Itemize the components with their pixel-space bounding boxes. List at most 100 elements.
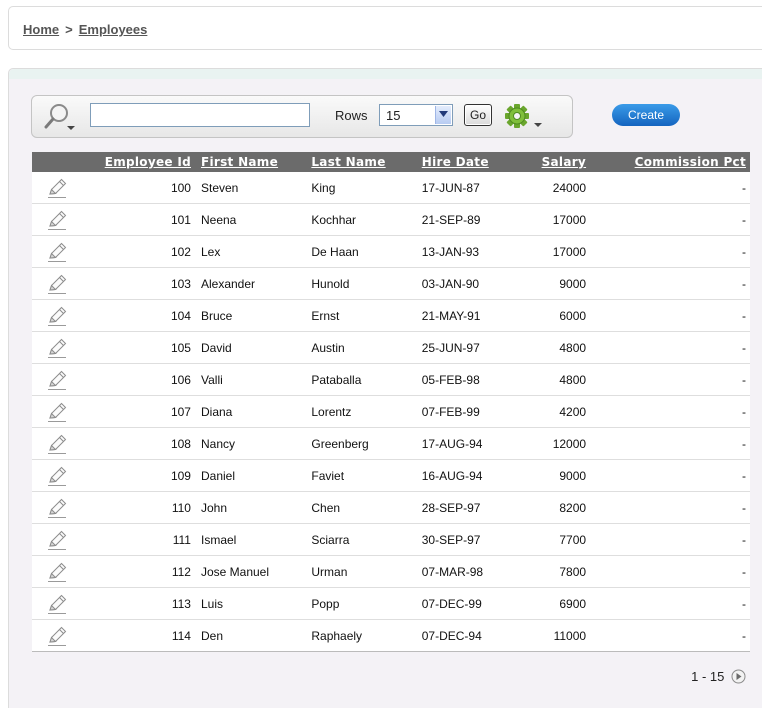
search-toolbar: Rows 15 Go (31, 95, 573, 138)
edit-pencil-icon[interactable] (46, 561, 68, 583)
edit-cell (32, 203, 82, 236)
edit-pencil-icon[interactable] (46, 529, 68, 551)
table-row: 104 Bruce Ernst 21-MAY-91 6000- (32, 299, 750, 332)
edit-pencil-icon[interactable] (46, 497, 68, 519)
edit-cell (32, 427, 82, 460)
employees-table: Employee Id First Name Last Name Hire Da… (32, 152, 750, 652)
header-last-name[interactable]: Last Name (305, 152, 416, 172)
table-row: 107 Diana Lorentz 07-FEB-99 4200- (32, 395, 750, 428)
cell-hire-date: 25-JUN-97 (415, 331, 516, 364)
edit-pencil-icon[interactable] (46, 401, 68, 423)
cell-first-name: Den (194, 619, 306, 652)
cell-hire-date: 30-SEP-97 (415, 523, 516, 556)
cell-hire-date: 07-FEB-99 (415, 395, 516, 428)
cell-last-name: Lorentz (305, 395, 416, 428)
edit-cell (32, 299, 82, 332)
table-row: 105 David Austin 25-JUN-97 4800- (32, 331, 750, 364)
breadcrumb-home-link[interactable]: Home (23, 22, 59, 37)
header-first-name[interactable]: First Name (194, 152, 306, 172)
cell-salary: 17000 (515, 235, 591, 268)
header-salary[interactable]: Salary (515, 152, 591, 172)
edit-pencil-icon[interactable] (46, 273, 68, 295)
header-commission-pct[interactable]: Commission Pct (590, 152, 750, 172)
cell-commission-pct: - (590, 203, 750, 236)
gear-icon[interactable] (502, 101, 546, 133)
edit-pencil-icon[interactable] (46, 593, 68, 615)
cell-commission-pct: - (590, 427, 750, 460)
cell-commission-pct: - (590, 491, 750, 524)
cell-first-name: Neena (194, 203, 306, 236)
cell-first-name: Steven (194, 172, 306, 204)
table-row: 112 Jose Manuel Urman 07-MAR-98 7800- (32, 555, 750, 588)
cell-salary: 7800 (515, 555, 591, 588)
rows-select-value: 15 (386, 108, 401, 123)
cell-employee-id: 114 (81, 619, 195, 652)
go-button[interactable]: Go (464, 104, 492, 126)
header-employee-id[interactable]: Employee Id (81, 152, 195, 172)
breadcrumb-bar: Home > Employees (8, 6, 762, 50)
cell-last-name: Raphaely (305, 619, 416, 652)
table-row: 111 Ismael Sciarra 30-SEP-97 7700- (32, 523, 750, 556)
create-button[interactable]: Create (612, 104, 680, 126)
cell-salary: 7700 (515, 523, 591, 556)
search-icon[interactable] (42, 102, 78, 132)
cell-last-name: Greenberg (305, 427, 416, 460)
edit-pencil-icon[interactable] (46, 241, 68, 263)
edit-cell (32, 331, 82, 364)
table-row: 100 Steven King 17-JUN-87 24000- (32, 172, 750, 204)
region-header-band (9, 69, 762, 79)
cell-salary: 17000 (515, 203, 591, 236)
table-row: 108 Nancy Greenberg 17-AUG-94 12000- (32, 427, 750, 460)
cell-first-name: Alexander (194, 267, 306, 300)
edit-pencil-icon[interactable] (46, 369, 68, 391)
cell-employee-id: 100 (81, 172, 195, 204)
cell-commission-pct: - (590, 267, 750, 300)
edit-pencil-icon[interactable] (46, 337, 68, 359)
cell-last-name: Austin (305, 331, 416, 364)
pagination: 1 - 15 (691, 668, 746, 684)
cell-commission-pct: - (590, 235, 750, 268)
cell-last-name: Urman (305, 555, 416, 588)
edit-cell (32, 395, 82, 428)
edit-cell (32, 523, 82, 556)
cell-first-name: John (194, 491, 306, 524)
cell-salary: 4800 (515, 363, 591, 396)
chevron-down-icon (435, 106, 451, 124)
edit-cell (32, 491, 82, 524)
cell-commission-pct: - (590, 331, 750, 364)
cell-employee-id: 108 (81, 427, 195, 460)
rows-select[interactable]: 15 (379, 104, 453, 126)
edit-cell (32, 267, 82, 300)
table-row: 114 Den Raphaely 07-DEC-94 11000- (32, 619, 750, 652)
cell-commission-pct: - (590, 395, 750, 428)
next-page-icon[interactable] (731, 669, 746, 684)
cell-salary: 9000 (515, 459, 591, 492)
cell-commission-pct: - (590, 172, 750, 204)
edit-pencil-icon[interactable] (46, 465, 68, 487)
edit-pencil-icon[interactable] (46, 305, 68, 327)
table-row: 103 Alexander Hunold 03-JAN-90 9000- (32, 267, 750, 300)
cell-commission-pct: - (590, 363, 750, 396)
cell-commission-pct: - (590, 587, 750, 620)
edit-pencil-icon[interactable] (46, 177, 68, 199)
cell-last-name: Faviet (305, 459, 416, 492)
search-input[interactable] (90, 103, 310, 127)
edit-cell (32, 172, 82, 204)
edit-pencil-icon[interactable] (46, 625, 68, 647)
cell-employee-id: 101 (81, 203, 195, 236)
cell-first-name: Lex (194, 235, 306, 268)
cell-last-name: Sciarra (305, 523, 416, 556)
header-hire-date[interactable]: Hire Date (415, 152, 516, 172)
edit-cell (32, 459, 82, 492)
table-row: 110 John Chen 28-SEP-97 8200- (32, 491, 750, 524)
cell-salary: 11000 (515, 619, 591, 652)
cell-commission-pct: - (590, 459, 750, 492)
cell-salary: 4800 (515, 331, 591, 364)
cell-hire-date: 05-FEB-98 (415, 363, 516, 396)
edit-pencil-icon[interactable] (46, 433, 68, 455)
cell-salary: 6900 (515, 587, 591, 620)
breadcrumb-employees-link[interactable]: Employees (79, 22, 148, 37)
cell-hire-date: 07-DEC-99 (415, 587, 516, 620)
edit-pencil-icon[interactable] (46, 209, 68, 231)
cell-hire-date: 03-JAN-90 (415, 267, 516, 300)
